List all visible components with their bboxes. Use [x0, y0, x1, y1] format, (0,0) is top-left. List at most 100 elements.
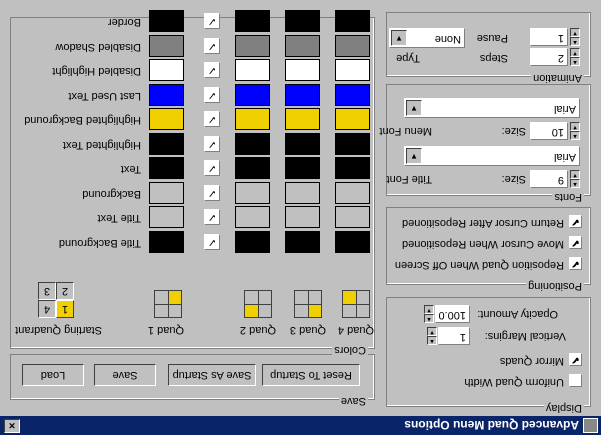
- color-swatch-quad-1[interactable]: [335, 84, 370, 106]
- color-row-checkbox[interactable]: ✓: [204, 185, 220, 201]
- color-swatch-quad-3[interactable]: [235, 157, 270, 179]
- steps-field[interactable]: 2: [530, 48, 568, 66]
- color-swatch-quad-3[interactable]: [235, 59, 270, 81]
- color-row-checkbox[interactable]: ✓: [204, 13, 220, 29]
- color-swatch-quad-1[interactable]: [335, 182, 370, 204]
- opacity-amount-field[interactable]: 100.0: [435, 305, 470, 323]
- vertical-margins-field[interactable]: 1: [438, 327, 470, 345]
- color-row-checkbox[interactable]: ✓: [204, 209, 220, 225]
- title-font-size-field[interactable]: 9: [530, 170, 568, 188]
- reset-to-startup-button[interactable]: Reset To Startup: [262, 364, 360, 386]
- title-font-size-spinner[interactable]: ▲ ▼: [570, 170, 580, 188]
- chevron-down-icon[interactable]: ▼: [406, 148, 422, 164]
- load-button[interactable]: Load: [22, 364, 84, 386]
- color-swatch-quad-3[interactable]: [235, 35, 270, 57]
- color-swatch-quad-4[interactable]: [149, 10, 184, 32]
- color-row-checkbox[interactable]: ✓: [204, 38, 220, 54]
- color-swatch-quad-2[interactable]: [285, 84, 320, 106]
- menu-font-dropdown[interactable]: Arial ▼: [404, 98, 580, 118]
- color-swatch-quad-4[interactable]: [149, 206, 184, 228]
- reposition-quad-checkbox[interactable]: ✔: [569, 257, 582, 270]
- spin-down-icon[interactable]: ▼: [424, 305, 434, 314]
- vertical-margins-label: Vertical Margins:: [484, 330, 566, 342]
- color-swatch-quad-4[interactable]: [149, 35, 184, 57]
- return-cursor-checkbox[interactable]: ✔: [569, 215, 582, 228]
- color-swatch-quad-2[interactable]: [285, 10, 320, 32]
- color-swatch-quad-4[interactable]: [149, 231, 184, 253]
- pause-spinner[interactable]: ▲ ▼: [570, 28, 580, 46]
- title-bar[interactable]: Advanced Quad Menu Options ×: [0, 416, 601, 435]
- color-row-checkbox[interactable]: ✓: [204, 87, 220, 103]
- spin-up-icon[interactable]: ▲: [570, 131, 580, 140]
- spin-down-icon[interactable]: ▼: [570, 122, 580, 131]
- quadrant-2-button[interactable]: 2: [56, 282, 74, 300]
- color-swatch-quad-1[interactable]: [335, 231, 370, 253]
- color-swatch-quad-4[interactable]: [149, 59, 184, 81]
- mirror-quads-checkbox[interactable]: ✔: [569, 353, 582, 366]
- spin-down-icon[interactable]: ▼: [427, 327, 437, 336]
- color-row-checkbox[interactable]: ✓: [204, 136, 220, 152]
- quadrant-4-button[interactable]: 4: [38, 300, 56, 318]
- color-row-checkbox[interactable]: ✓: [204, 160, 220, 176]
- color-swatch-quad-4[interactable]: [149, 84, 184, 106]
- color-swatch-quad-2[interactable]: [285, 133, 320, 155]
- chevron-down-icon[interactable]: ▼: [406, 100, 422, 116]
- color-swatch-quad-3[interactable]: [235, 231, 270, 253]
- color-row-checkbox[interactable]: ✓: [204, 234, 220, 250]
- color-swatch-quad-4[interactable]: [149, 182, 184, 204]
- spin-down-icon[interactable]: ▼: [570, 28, 580, 37]
- menu-font-size-field[interactable]: 10: [530, 122, 568, 140]
- color-swatch-quad-2[interactable]: [285, 35, 320, 57]
- spin-up-icon[interactable]: ▲: [570, 57, 580, 66]
- color-swatch-quad-3[interactable]: [235, 108, 270, 130]
- color-swatch-quad-3[interactable]: [235, 206, 270, 228]
- quadrant-1-button[interactable]: 1: [56, 300, 74, 318]
- color-swatch-quad-4[interactable]: [149, 157, 184, 179]
- spin-down-icon[interactable]: ▼: [570, 170, 580, 179]
- spin-up-icon[interactable]: ▲: [570, 37, 580, 46]
- color-swatch-quad-1[interactable]: [335, 206, 370, 228]
- spin-up-icon[interactable]: ▲: [424, 314, 434, 323]
- quadrant-3-button[interactable]: 3: [38, 282, 56, 300]
- color-swatch-quad-3[interactable]: [235, 10, 270, 32]
- title-font-dropdown[interactable]: Arial ▼: [404, 146, 580, 166]
- color-swatch-quad-3[interactable]: [235, 182, 270, 204]
- color-swatch-quad-1[interactable]: [335, 133, 370, 155]
- color-swatch-quad-4[interactable]: [149, 108, 184, 130]
- type-dropdown[interactable]: None ▼: [389, 28, 465, 48]
- spin-up-icon[interactable]: ▲: [570, 179, 580, 188]
- color-swatch-quad-1[interactable]: [335, 59, 370, 81]
- move-cursor-checkbox[interactable]: ✔: [569, 236, 582, 249]
- color-swatch-quad-4[interactable]: [149, 133, 184, 155]
- save-button[interactable]: Save: [94, 364, 156, 386]
- vertical-margins-spinner[interactable]: ▲ ▼: [427, 327, 437, 345]
- pause-field[interactable]: 1: [530, 28, 568, 46]
- close-button[interactable]: ×: [4, 419, 20, 433]
- color-swatch-quad-2[interactable]: [285, 59, 320, 81]
- save-as-startup-button[interactable]: Save As Startup: [168, 364, 256, 386]
- color-swatch-quad-1[interactable]: [335, 35, 370, 57]
- chevron-down-icon[interactable]: ▼: [391, 30, 407, 46]
- color-swatch-quad-3[interactable]: [235, 133, 270, 155]
- color-swatch-quad-1[interactable]: [335, 10, 370, 32]
- steps-spinner[interactable]: ▲ ▼: [570, 48, 580, 66]
- color-row-checkbox[interactable]: ✓: [204, 62, 220, 78]
- opacity-amount-label: Opacity Amount:: [477, 308, 558, 320]
- color-swatch-quad-3[interactable]: [235, 84, 270, 106]
- color-swatch-quad-1[interactable]: [335, 157, 370, 179]
- color-swatch-quad-2[interactable]: [285, 206, 320, 228]
- uniform-quad-width-checkbox[interactable]: [569, 374, 582, 387]
- color-row-checkbox[interactable]: ✓: [204, 111, 220, 127]
- color-swatch-quad-2[interactable]: [285, 157, 320, 179]
- spin-down-icon[interactable]: ▼: [570, 48, 580, 57]
- type-label: Type: [396, 52, 420, 64]
- color-swatch-quad-2[interactable]: [285, 108, 320, 130]
- menu-font-size-spinner[interactable]: ▲ ▼: [570, 122, 580, 140]
- color-swatch-quad-1[interactable]: [335, 108, 370, 130]
- reposition-quad-label: Reposition Quad When Off Screen: [394, 259, 564, 271]
- spin-up-icon[interactable]: ▲: [427, 336, 437, 345]
- color-swatch-quad-2[interactable]: [285, 182, 320, 204]
- opacity-amount-spinner[interactable]: ▲ ▼: [424, 305, 434, 323]
- color-swatch-quad-2[interactable]: [285, 231, 320, 253]
- quad-3-preview-icon: [294, 290, 322, 318]
